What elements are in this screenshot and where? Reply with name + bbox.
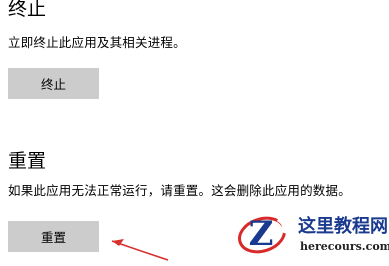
terminate-description: 立即终止此应用及其相关进程。 [8,35,186,50]
logo-letter: Z [248,214,274,254]
site-url: herecours.com [300,240,389,253]
site-name: 这里教程网 [298,216,388,237]
reset-description: 如果此应用无法正常运行，请重置。这会删除此应用的数据。 [8,183,351,198]
terminate-button[interactable]: 终止 [8,68,99,99]
terminate-title: 终止 [8,0,47,20]
reset-button[interactable]: 重置 [8,221,99,252]
red-arrow-icon [111,239,169,261]
reset-title: 重置 [8,150,47,172]
site-watermark: Z 这里教程网 herecours.com [232,211,389,259]
